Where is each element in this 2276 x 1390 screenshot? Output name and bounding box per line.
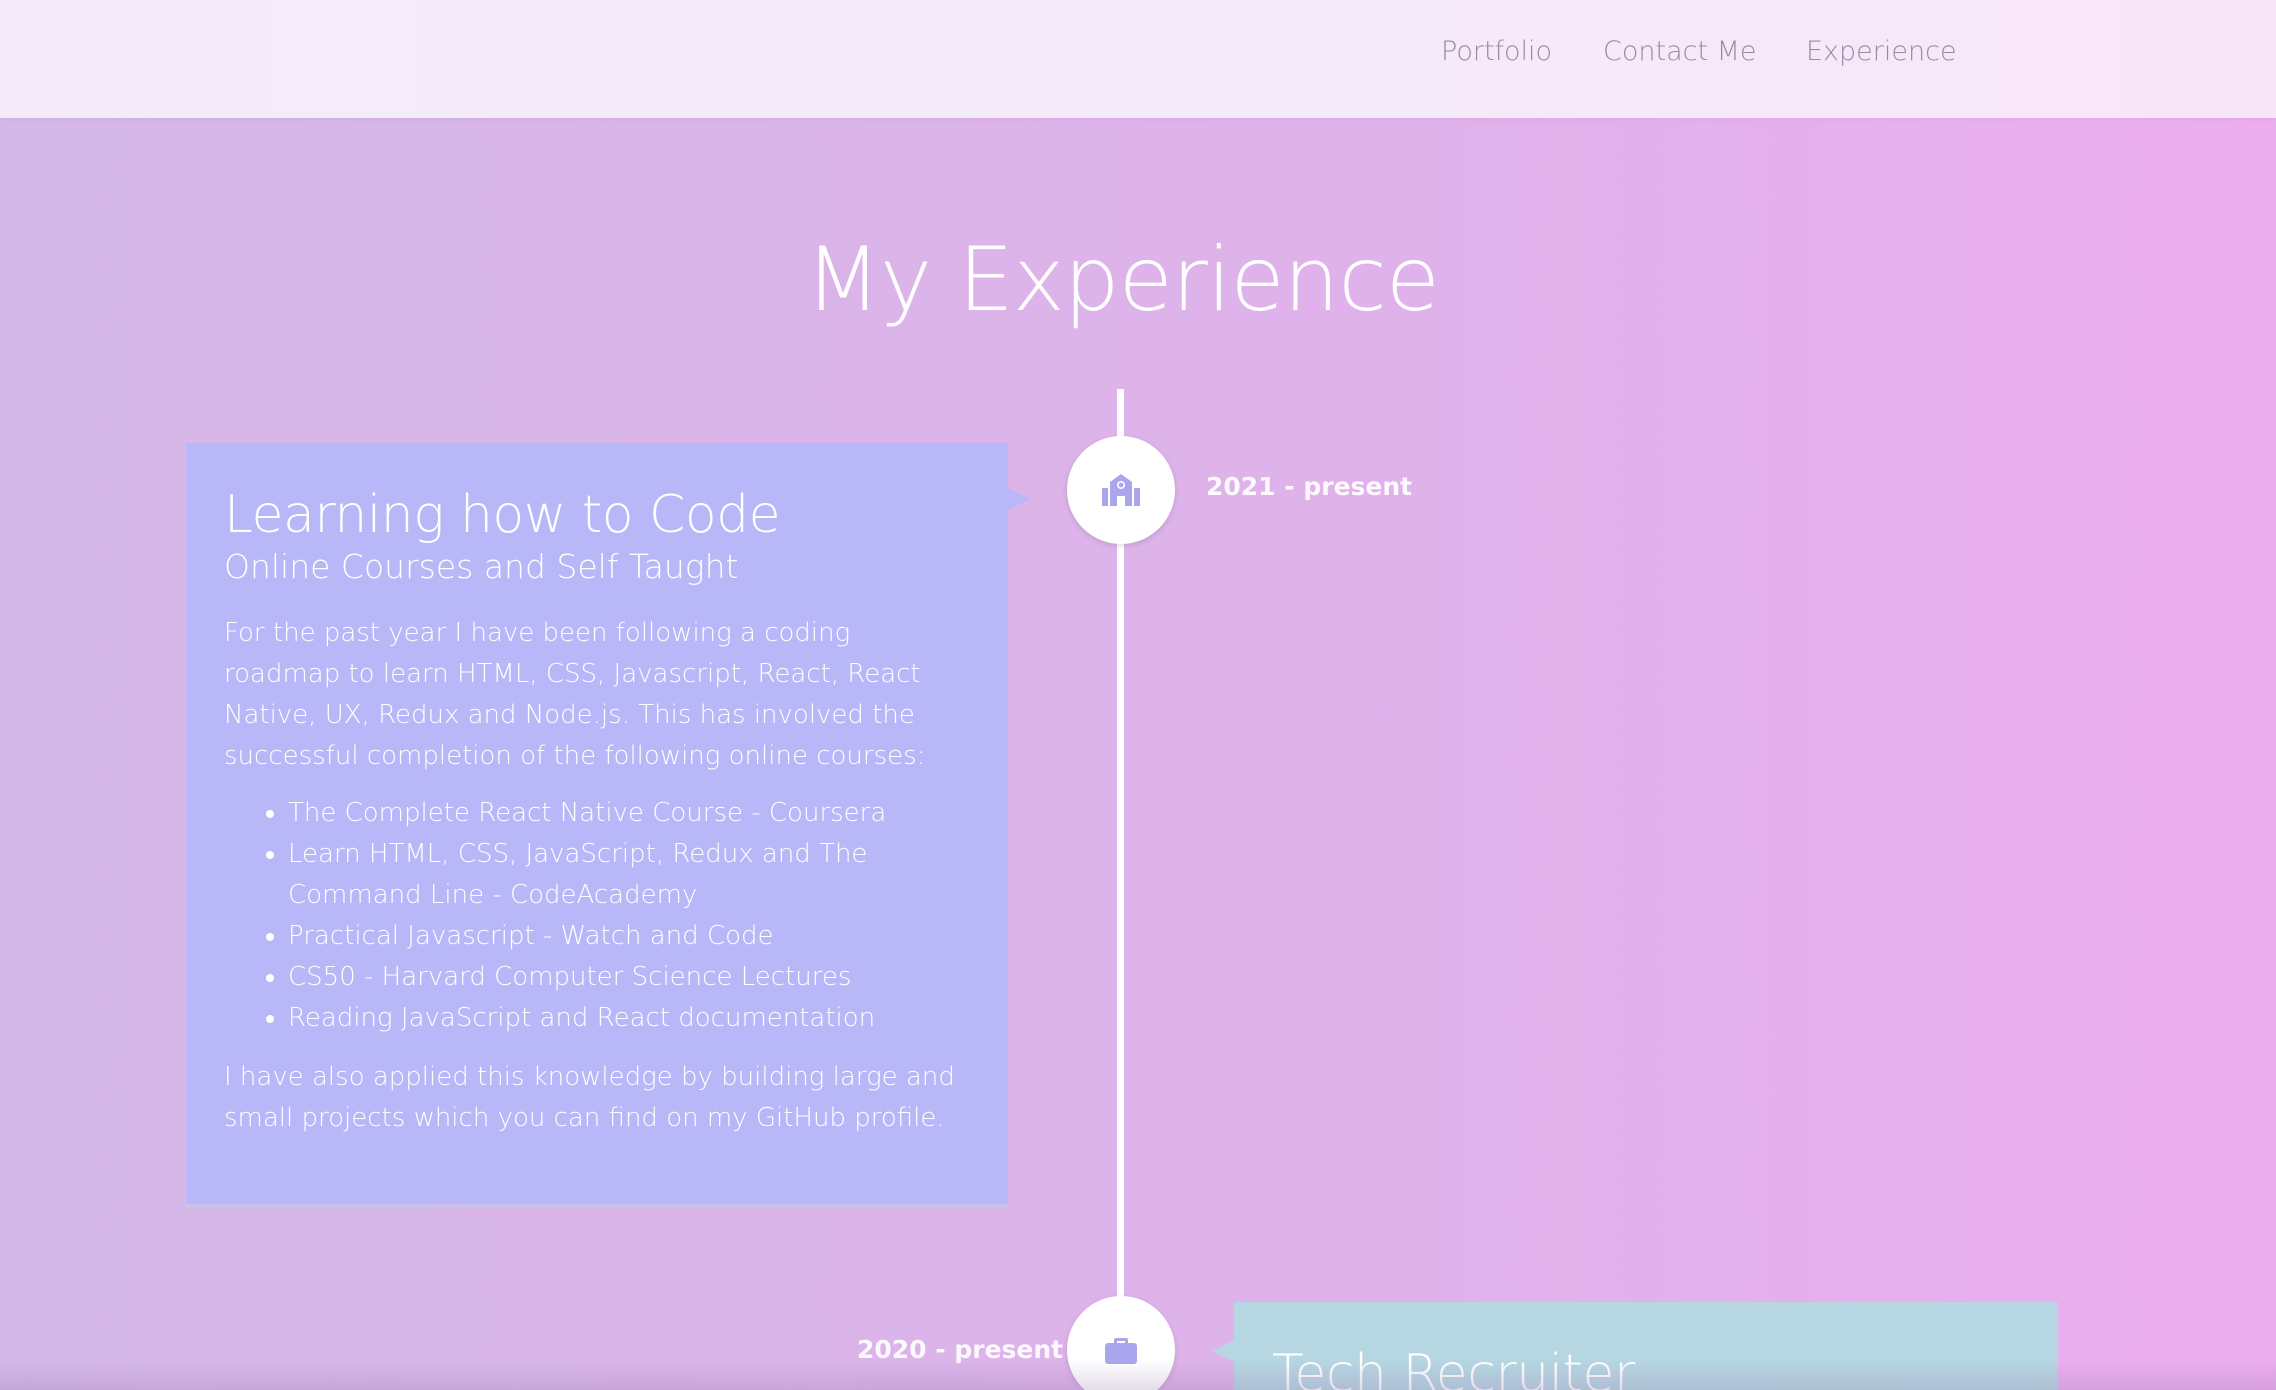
page-title: My Experience xyxy=(805,228,1440,331)
course-item: The Complete React Native Course - Cours… xyxy=(288,793,970,834)
card-subtitle: Online Courses and Self Taught xyxy=(224,547,739,586)
card-title: Learning how to Code xyxy=(224,485,781,545)
course-item: CS50 - Harvard Computer Science Lectures xyxy=(288,957,970,998)
navbar: Portfolio Contact Me Experience xyxy=(0,0,2276,118)
nav-link-contact-me[interactable]: Contact Me xyxy=(1603,36,1757,67)
card-intro: For the past year I have been following … xyxy=(224,618,926,771)
timeline-date-2: 2020 - present xyxy=(857,1335,1064,1364)
nav-link-portfolio[interactable]: Portfolio xyxy=(1441,36,1552,67)
course-item: Learn HTML, CSS, JavaScript, Redux and T… xyxy=(288,834,970,916)
experience-card-learning: Learning how to Code Online Courses and … xyxy=(186,443,1030,1204)
school-icon xyxy=(1102,474,1140,506)
course-item: Practical Javascript - Watch and Code xyxy=(288,916,970,957)
briefcase-icon xyxy=(1105,1338,1137,1364)
experience-card-tech-recruiter: Tech Recruiter xyxy=(1234,1302,2058,1390)
card-outro: I have also applied this knowledge by bu… xyxy=(224,1062,955,1133)
course-item: Reading JavaScript and React documentati… xyxy=(288,998,970,1039)
card-title: Tech Recruiter xyxy=(1272,1344,1635,1390)
timeline-date-1: 2021 - present xyxy=(1206,472,1413,501)
nav-link-experience[interactable]: Experience xyxy=(1806,36,1957,67)
timeline-node-2 xyxy=(1067,1296,1175,1390)
course-list: The Complete React Native Course - Cours… xyxy=(224,793,970,1039)
timeline-node-1 xyxy=(1067,436,1175,544)
card-pointer xyxy=(1212,1340,1234,1362)
